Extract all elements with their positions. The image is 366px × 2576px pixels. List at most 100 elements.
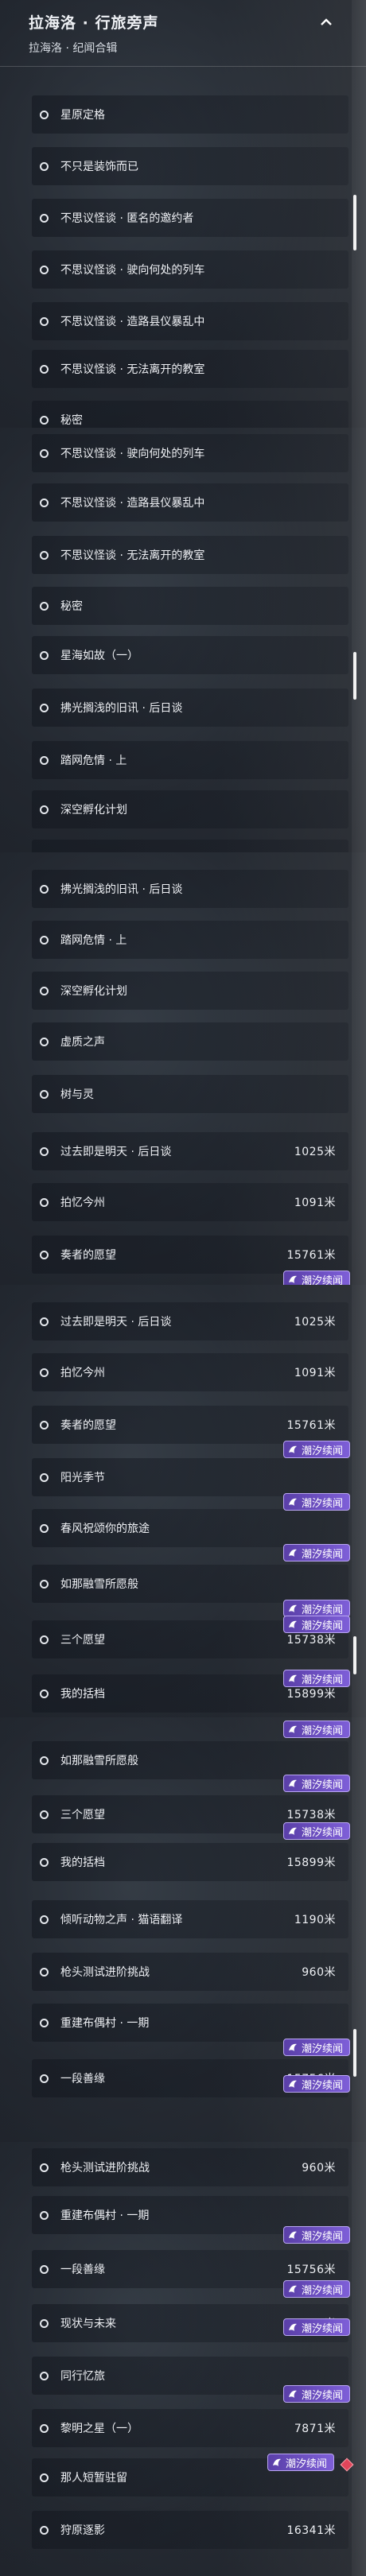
- list-item-label: 枪头测试进阶挑战: [60, 2162, 150, 2174]
- list-item[interactable]: 不思议怪谈 · 造路县仪暴乱中: [32, 483, 348, 522]
- radio-circle-icon: [40, 1635, 49, 1644]
- tide-icon: [288, 1620, 297, 1628]
- list-item[interactable]: 拂光搁浅的旧讯 · 后日谈: [32, 689, 348, 727]
- list-item[interactable]: 枪头测试进阶挑战 960米: [32, 1953, 348, 1991]
- radio-circle-icon: [40, 935, 49, 945]
- list-item[interactable]: 不思议怪谈 · 驶向何处的列车: [32, 250, 348, 289]
- list-item-label: 过去即是明天 · 后日谈: [60, 1316, 172, 1329]
- list-item[interactable]: 过去即是明天 · 后日谈 1025米: [32, 1132, 348, 1170]
- list-item[interactable]: 不思议怪谈 · 无法离开的教室: [32, 350, 348, 388]
- list-item-label: 拍忆今州: [60, 1367, 105, 1379]
- scrollbar-thumb[interactable]: [353, 652, 356, 700]
- list-item[interactable]: 狩原逐影 16341米: [32, 2511, 348, 2549]
- list-item[interactable]: 星原定格: [32, 95, 348, 134]
- list-item-label: 一段善缘: [60, 2264, 105, 2276]
- list-item-label: 如那融雪所愿般: [60, 1578, 138, 1591]
- tide-badge: 潮汐续闻: [282, 2039, 350, 2056]
- radio-circle-icon: [40, 1089, 49, 1099]
- list-item-label: 深空孵化计划: [60, 804, 127, 817]
- list-item[interactable]: 重建布偶村 · 一期: [32, 2004, 348, 2042]
- scrollbar-thumb[interactable]: [353, 195, 356, 250]
- list-item[interactable]: 深空孵化计划: [32, 790, 348, 828]
- radio-circle-icon: [40, 415, 49, 425]
- list-item[interactable]: 奏者的愿望 15761米: [32, 1236, 348, 1274]
- list-item[interactable]: 秘密: [32, 587, 348, 625]
- list-item[interactable]: 星海如故（一）: [32, 636, 348, 674]
- scrollbar-thumb[interactable]: [353, 2029, 356, 2077]
- scrollbar-thumb[interactable]: [353, 1636, 356, 1674]
- list-item-label: 不思议怪谈 · 驶向何处的列车: [60, 264, 205, 277]
- list-item[interactable]: 春风祝颂你的旅途: [32, 1509, 348, 1547]
- radio-circle-icon: [40, 2371, 49, 2380]
- list-item[interactable]: 倾听动物之声 · 猫语翻译 1190米: [32, 1900, 348, 1938]
- header-subtitle: 拉海洛 · 纪闻合辑: [29, 42, 118, 55]
- tide-badge: 潮汐续闻: [282, 1616, 350, 1633]
- list-item-label: 树与灵: [60, 1088, 94, 1101]
- distance-label: 1025米: [294, 1146, 336, 1158]
- badge-label: 潮汐续闻: [301, 2230, 343, 2243]
- list-item-label: 奏者的愿望: [60, 1249, 116, 1262]
- list-item[interactable]: 虚质之声: [32, 1022, 348, 1061]
- list-item[interactable]: 枪头测试进阶挑战 960米: [32, 2148, 348, 2186]
- list-item[interactable]: 秘密: [32, 401, 348, 428]
- radio-circle-icon: [40, 316, 49, 326]
- list-item-label: 狩原逐影: [60, 2524, 105, 2537]
- radio-circle-icon: [40, 1810, 49, 1819]
- list-item-label: 阳光季节: [60, 1472, 105, 1484]
- list-item-label: 三个愿望: [60, 1809, 105, 1821]
- tide-badge: 潮汐续闻: [267, 2454, 334, 2471]
- list-item[interactable]: 深空孵化计划: [32, 972, 348, 1010]
- list-item[interactable]: 拂光搁浅的旧讯 · 后日谈: [32, 870, 348, 908]
- tide-icon: [288, 2080, 297, 2088]
- list-item[interactable]: 拍忆今州 1091米: [32, 1353, 348, 1391]
- list-item[interactable]: 我的括档 15899米: [32, 1843, 348, 1881]
- radio-circle-icon: [40, 1472, 49, 1482]
- list-item-label: 秘密: [60, 414, 83, 427]
- distance-label: 960米: [302, 1966, 336, 1979]
- list-item[interactable]: 不思议怪谈 · 造路县仪暴乱中: [32, 302, 348, 340]
- list-item-label: 不思议怪谈 · 无法离开的教室: [60, 363, 205, 376]
- tide-badge: 潮汐续闻: [282, 1775, 350, 1792]
- list-item-label: 同行忆旅: [60, 2370, 105, 2383]
- list-item-label: 黎明之星（一）: [60, 2423, 138, 2435]
- distance-label: 15738米: [286, 1634, 336, 1647]
- tide-badge: 潮汐续闻: [282, 1600, 350, 1617]
- distance-label: 1091米: [294, 1197, 336, 1209]
- list-item[interactable]: 踏网危情 · 上: [32, 921, 348, 959]
- distance-label: 15899米: [286, 1688, 336, 1701]
- list-item-label: 深空孵化计划: [60, 985, 127, 998]
- radio-circle-icon: [40, 703, 49, 712]
- list-item-label: 不思议怪谈 · 无法离开的教室: [60, 549, 205, 562]
- list-item[interactable]: 如那融雪所愿般: [32, 1741, 348, 1779]
- tide-badge: 潮汐续闻: [282, 2385, 350, 2403]
- badge-label: 潮汐续闻: [301, 1497, 343, 1510]
- distance-label: 1091米: [294, 1367, 336, 1379]
- list-item[interactable]: 黎明之星（一） 7871米: [32, 2409, 348, 2447]
- distance-label: 1190米: [294, 1914, 336, 1926]
- list-item[interactable]: 过去即是明天 · 后日谈 1025米: [32, 1302, 348, 1340]
- list-item[interactable]: 踏网危情 · 上: [32, 741, 348, 779]
- list-item[interactable]: 不思议怪谈 · 驶向何处的列车: [32, 434, 348, 472]
- list-panel: 拂光搁浅的旧讯 · 后日谈 踏网危情 · 上深空孵化计划虚质之声树与灵过去即是明天…: [0, 852, 366, 1285]
- radio-circle-icon: [40, 213, 49, 223]
- list-item[interactable]: 树与灵: [32, 1075, 348, 1113]
- list-item[interactable]: 虚质之声: [32, 840, 348, 852]
- list-panel: 拉海洛 · 行旅旁声 拉海洛 · 纪闻合辑 星原定格 不只是装饰而已 不思议怪谈 · 匿…: [0, 0, 366, 428]
- list-item[interactable]: 不只是装饰而已: [32, 147, 348, 185]
- list-item[interactable]: 奏者的愿望 15761米: [32, 1406, 348, 1444]
- tide-badge: 潮汐续闻: [282, 1441, 350, 1458]
- collapse-button[interactable]: [318, 14, 334, 30]
- radio-circle-icon: [40, 498, 49, 507]
- list-item[interactable]: 如那融雪所愿般: [32, 1565, 348, 1603]
- list-item[interactable]: 阳光季节: [32, 1458, 348, 1496]
- tide-badge: 潮汐续闻: [282, 2226, 350, 2244]
- list-item-label: 那人短暂驻留: [60, 2472, 127, 2485]
- radio-circle-icon: [40, 2018, 49, 2027]
- list-item[interactable]: 不思议怪谈 · 无法离开的教室: [32, 536, 348, 574]
- list-item-label: 枪头测试进阶挑战: [60, 1966, 150, 1979]
- distance-label: 16341米: [286, 2524, 336, 2537]
- list-item[interactable]: 拍忆今州 1091米: [32, 1183, 348, 1221]
- tide-icon: [288, 1498, 297, 1506]
- list-item[interactable]: 不思议怪谈 · 匿名的邀约者: [32, 199, 348, 237]
- list-item-label: 过去即是明天 · 后日谈: [60, 1146, 172, 1158]
